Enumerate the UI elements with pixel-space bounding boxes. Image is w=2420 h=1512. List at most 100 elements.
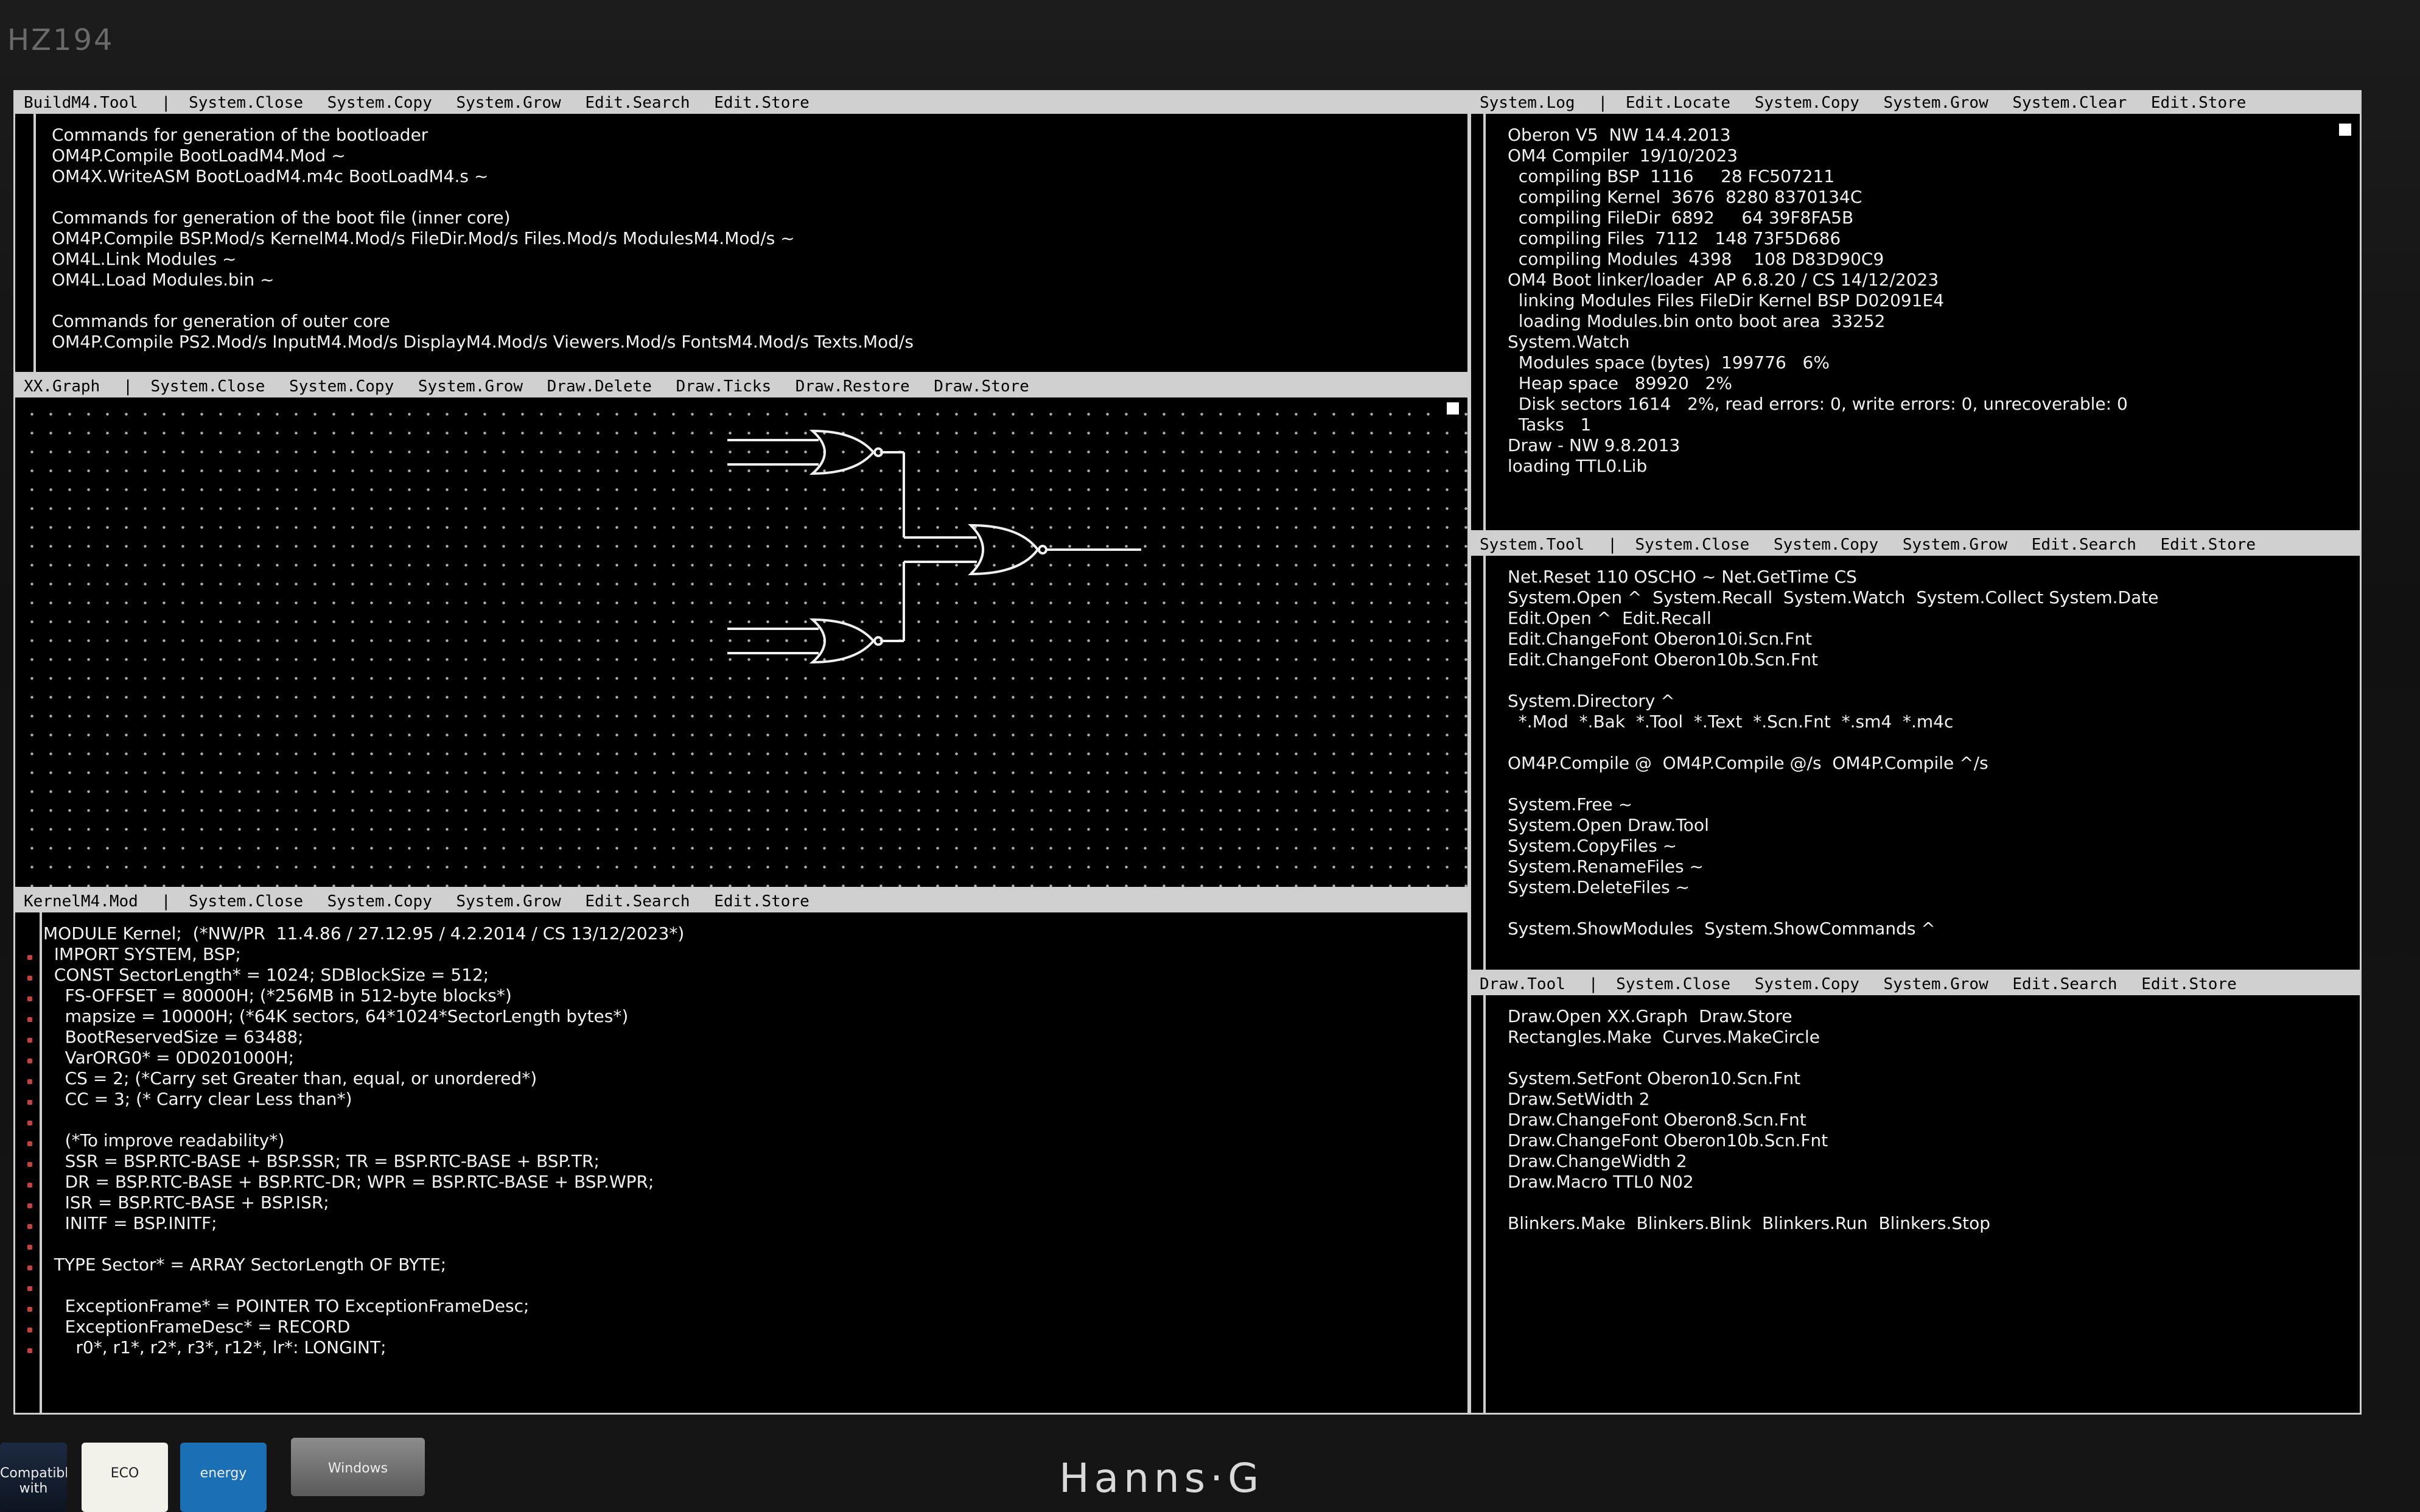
text-line[interactable]: DR = BSP.RTC-BASE + BSP.RTC-DR; WPR = BS… [43,1172,1461,1192]
text-line[interactable]: ExceptionFrameDesc* = RECORD [43,1317,1461,1337]
text-line[interactable] [1508,732,2354,753]
viewer-title-bar[interactable]: KernelM4.Mod | System.Close System.Copy S… [15,891,1467,912]
scroll-bar[interactable] [1483,114,1486,530]
text-line[interactable]: OM4P.Compile BSP.Mod/s KernelM4.Mod/s Fi… [52,228,1461,249]
text-line[interactable]: Draw.ChangeWidth 2 [1508,1151,2354,1172]
cmd-edit-store[interactable]: Edit.Store [2151,94,2247,112]
text-line[interactable]: IMPORT SYSTEM, BSP; [43,944,1461,965]
cmd-edit-search[interactable]: Edit.Search [585,94,690,112]
cmd-system-grow[interactable]: System.Grow [418,377,523,396]
kernel-source-text[interactable]: MODULE Kernel; (*NW/PR 11.4.86 / 27.12.9… [43,923,1461,1358]
cmd-system-copy[interactable]: System.Copy [1774,536,1878,554]
cmd-system-grow[interactable]: System.Grow [456,94,561,112]
text-line[interactable]: CC = 3; (* Carry clear Less than*) [43,1089,1461,1110]
text-line[interactable]: Oberon V5 NW 14.4.2013 [1508,125,2354,145]
scroll-bar[interactable] [1483,995,1486,1413]
text-line[interactable]: compiling FileDir 6892 64 39F8FA5B [1508,208,2354,228]
text-line[interactable]: OM4P.Compile @ OM4P.Compile @/s OM4P.Com… [1508,753,2354,774]
cmd-system-clear[interactable]: System.Clear [2012,94,2127,112]
text-line[interactable]: INITF = BSP.INITF; [43,1213,1461,1234]
cmd-edit-store[interactable]: Edit.Store [2141,975,2237,993]
text-line[interactable] [1508,1048,2354,1068]
text-line[interactable]: Heap space 89920 2% [1508,373,2354,394]
text-line[interactable] [43,1234,1461,1255]
cmd-edit-store[interactable]: Edit.Store [714,94,810,112]
system-tool-text-body[interactable]: Net.Reset 110 OSCHO ~ Net.GetTime CS Syst… [1508,567,2354,939]
text-line[interactable] [1508,898,2354,919]
text-line[interactable]: OM4P.Compile BootLoadM4.Mod ~ [52,145,1461,166]
system-tool-viewer[interactable]: System.Tool | System.Close System.Copy Sy… [1471,534,2360,970]
text-line[interactable]: FS-OFFSET = 80000H; (*256MB in 512-byte … [43,985,1461,1006]
viewer-title-bar[interactable]: System.Log | Edit.Locate System.Copy Syst… [1471,92,2360,114]
text-line[interactable]: Draw.SetWidth 2 [1508,1089,2354,1110]
log-text-body[interactable]: Oberon V5 NW 14.4.2013 OM4 Compiler 19/10… [1508,125,2354,477]
text-line[interactable]: OM4X.WriteASM BootLoadM4.m4c BootLoadM4.… [52,166,1461,187]
text-line[interactable]: System.SetFont Oberon10.Scn.Fnt [1508,1068,2354,1089]
viewer-title-bar[interactable]: XX.Graph | System.Close System.Copy Syste… [15,376,1467,397]
build-tool-viewer[interactable]: BuildM4.Tool | System.Close System.Copy S… [15,92,1467,372]
text-line[interactable]: System.Open Draw.Tool [1508,815,2354,836]
viewer-title-bar[interactable]: Draw.Tool | System.Close System.Copy Syst… [1471,973,2360,995]
text-line[interactable]: CONST SectorLength* = 1024; SDBlockSize … [43,965,1461,985]
cmd-draw-ticks[interactable]: Draw.Ticks [676,377,772,396]
text-line[interactable]: Disk sectors 1614 2%, read errors: 0, wr… [1508,394,2354,415]
text-line[interactable] [1508,670,2354,691]
cmd-edit-store[interactable]: Edit.Store [714,892,810,911]
text-line[interactable]: System.Free ~ [1508,794,2354,815]
text-line[interactable]: *.Mod *.Bak *.Tool *.Text *.Scn.Fnt *.sm… [1508,712,2354,732]
text-line[interactable]: System.Directory ^ [1508,691,2354,712]
text-line[interactable]: Draw.Open XX.Graph Draw.Store [1508,1006,2354,1027]
text-line[interactable] [43,1275,1461,1296]
cmd-system-close[interactable]: System.Close [1635,536,1750,554]
text-line[interactable]: TYPE Sector* = ARRAY SectorLength OF BYT… [43,1255,1461,1275]
text-line[interactable]: BootReservedSize = 63488; [43,1027,1461,1048]
text-line[interactable]: OM4L.Load Modules.bin ~ [52,270,1461,290]
text-line[interactable] [1508,1192,2354,1213]
text-line[interactable]: Modules space (bytes) 199776 6% [1508,352,2354,373]
kernel-source-viewer[interactable]: KernelM4.Mod | System.Close System.Copy S… [15,891,1467,1413]
text-line[interactable]: ExceptionFrame* = POINTER TO ExceptionFr… [43,1296,1461,1317]
text-line[interactable] [1508,774,2354,794]
cmd-system-copy[interactable]: System.Copy [1755,975,1859,993]
cmd-system-copy[interactable]: System.Copy [327,892,432,911]
cmd-edit-locate[interactable]: Edit.Locate [1626,94,1730,112]
draw-tool-text-body[interactable]: Draw.Open XX.Graph Draw.Store Rectangles.… [1508,1006,2354,1234]
text-line[interactable]: Draw.ChangeFont Oberon8.Scn.Fnt [1508,1110,2354,1130]
cmd-system-close[interactable]: System.Close [1616,975,1730,993]
viewer-name[interactable]: System.Log [1480,94,1575,112]
scroll-bar[interactable] [1483,556,1486,970]
text-line[interactable]: System.ShowModules System.ShowCommands ^ [1508,919,2354,939]
viewer-name[interactable]: BuildM4.Tool [24,94,138,112]
cmd-system-close[interactable]: System.Close [189,94,303,112]
text-line[interactable]: r0*, r1*, r2*, r3*, r12*, lr*: LONGINT; [43,1337,1461,1358]
text-line[interactable]: compiling Modules 4398 108 D83D90C9 [1508,249,2354,270]
cmd-system-grow[interactable]: System.Grow [456,892,561,911]
text-line[interactable]: Edit.ChangeFont Oberon10b.Scn.Fnt [1508,649,2354,670]
text-line[interactable]: Draw.Macro TTL0 N02 [1508,1172,2354,1192]
text-line[interactable]: System.RenameFiles ~ [1508,856,2354,877]
cmd-draw-store[interactable]: Draw.Store [934,377,1029,396]
logic-circuit-drawing[interactable] [15,397,1467,887]
cmd-draw-restore[interactable]: Draw.Restore [796,377,910,396]
text-line[interactable]: OM4 Boot linker/loader AP 6.8.20 / CS 14… [1508,270,2354,290]
text-line[interactable]: Tasks 1 [1508,415,2354,435]
cmd-edit-store[interactable]: Edit.Store [2161,536,2256,554]
viewer-title-bar[interactable]: BuildM4.Tool | System.Close System.Copy S… [15,92,1467,114]
graph-viewer[interactable]: XX.Graph | System.Close System.Copy Syste… [15,376,1467,887]
viewer-name[interactable]: System.Tool [1480,536,1584,554]
system-log-viewer[interactable]: System.Log | Edit.Locate System.Copy Syst… [1471,92,2360,530]
cmd-system-close[interactable]: System.Close [189,892,303,911]
text-line[interactable]: Commands for generation of outer core [52,311,1461,332]
cmd-system-copy[interactable]: System.Copy [1755,94,1859,112]
cmd-draw-delete[interactable]: Draw.Delete [547,377,652,396]
text-line[interactable]: Net.Reset 110 OSCHO ~ Net.GetTime CS [1508,567,2354,587]
cmd-system-grow[interactable]: System.Grow [1884,975,1988,993]
cmd-system-grow[interactable]: System.Grow [1884,94,1988,112]
text-line[interactable] [43,1110,1461,1130]
cmd-system-copy[interactable]: System.Copy [289,377,394,396]
text-line[interactable]: OM4P.Compile PS2.Mod/s InputM4.Mod/s Dis… [52,332,1461,352]
text-line[interactable]: CS = 2; (*Carry set Greater than, equal,… [43,1068,1461,1089]
cmd-system-copy[interactable]: System.Copy [327,94,432,112]
text-line[interactable]: Rectangles.Make Curves.MakeCircle [1508,1027,2354,1048]
text-line[interactable]: System.Watch [1508,332,2354,352]
